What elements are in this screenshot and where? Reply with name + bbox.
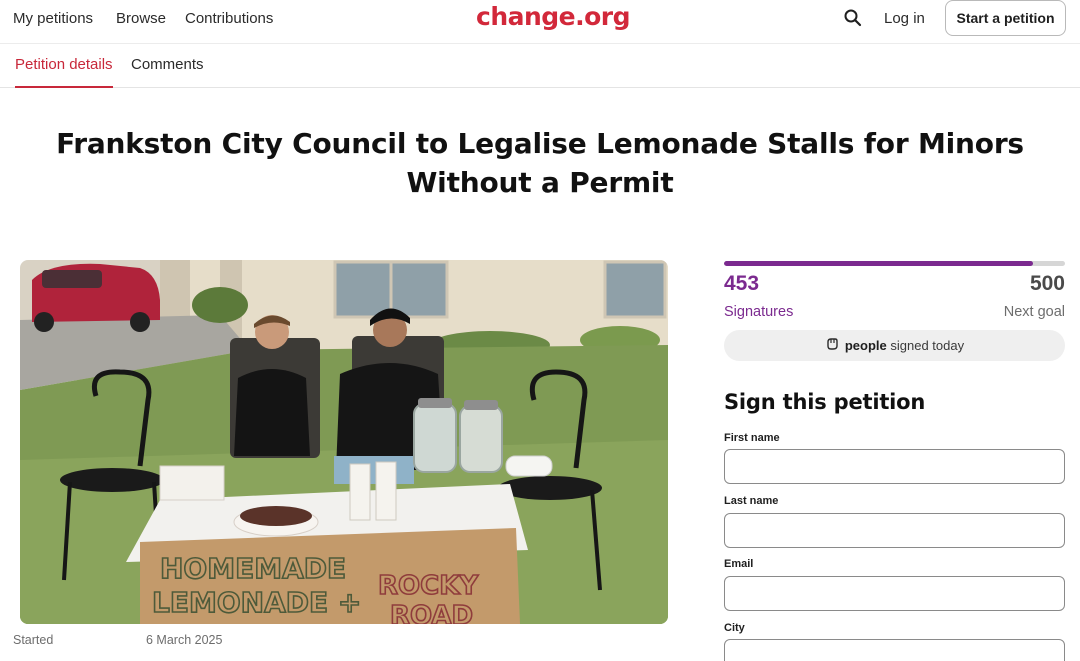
search-icon[interactable] <box>843 8 863 28</box>
last-name-field[interactable] <box>724 513 1065 548</box>
sign-petition-heading: Sign this petition <box>724 390 926 414</box>
petition-photo: HOMEMADE LEMONADE + ROCKY ROAD <box>20 260 668 624</box>
signed-today-badge: people signed today <box>724 330 1065 361</box>
city-label: City <box>724 622 745 634</box>
goal-count: 500 <box>1029 272 1065 295</box>
tab-comments[interactable]: Comments <box>131 56 204 73</box>
photo-sign-text-3: ROCKY <box>378 571 479 601</box>
first-name-field[interactable] <box>724 449 1065 484</box>
photo-sign-text-1: HOMEMADE <box>160 552 346 585</box>
email-field[interactable] <box>724 576 1065 611</box>
fist-icon <box>825 337 839 354</box>
email-label: Email <box>724 558 754 570</box>
signature-progress-fill <box>724 261 1033 266</box>
first-name-label: First name <box>724 432 780 444</box>
active-tab-indicator <box>15 86 113 88</box>
signed-today-bold: people <box>844 338 887 353</box>
goal-label: Next goal <box>1003 304 1065 320</box>
city-field[interactable] <box>724 639 1065 661</box>
photo-sign-text-2: LEMONADE + <box>152 586 361 619</box>
top-navigation: My petitions Browse Contributions change… <box>0 0 1080 44</box>
tab-petition-details[interactable]: Petition details <box>15 56 113 73</box>
petition-title: Frankston City Council to Legalise Lemon… <box>56 127 1024 199</box>
nav-contributions[interactable]: Contributions <box>185 10 273 27</box>
started-date: 6 March 2025 <box>146 633 223 647</box>
petition-tabs: Petition details Comments <box>0 44 1080 88</box>
start-petition-button[interactable]: Start a petition <box>945 0 1066 36</box>
login-link[interactable]: Log in <box>884 10 925 27</box>
started-label: Started <box>13 633 54 647</box>
signature-count-label: Signatures <box>724 304 794 320</box>
photo-sign-text-4: ROAD <box>390 601 473 624</box>
signed-today-text: signed today <box>890 338 965 353</box>
brand-logo[interactable]: change.org <box>476 2 631 31</box>
signature-progress-bar <box>724 261 1065 266</box>
signature-count: 453 <box>724 272 760 295</box>
nav-my-petitions[interactable]: My petitions <box>13 10 93 27</box>
nav-browse[interactable]: Browse <box>116 10 166 27</box>
last-name-label: Last name <box>724 495 779 507</box>
